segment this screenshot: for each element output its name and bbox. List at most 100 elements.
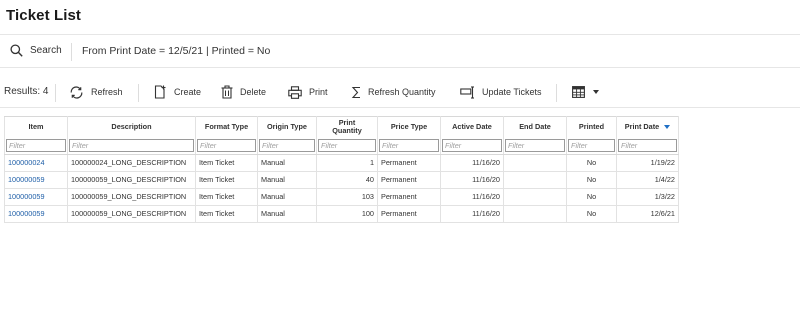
- cell-end-date: [503, 204, 567, 223]
- cell-printed: No: [566, 187, 617, 206]
- update-tickets-button[interactable]: Update Tickets: [460, 83, 542, 101]
- filter-printed-input[interactable]: [568, 138, 615, 152]
- cell-origin-type: Manual: [257, 204, 317, 223]
- delete-label: Delete: [240, 87, 267, 97]
- printer-icon: [288, 85, 302, 99]
- page-title: Ticket List: [6, 7, 82, 24]
- column-header-description[interactable]: Description: [67, 116, 196, 138]
- column-header-printed[interactable]: Printed: [566, 116, 617, 138]
- toolbar: Results: 4 Refresh Create Delete Print R…: [0, 78, 800, 108]
- refresh-label: Refresh: [91, 87, 123, 97]
- table-row[interactable]: 100000059 100000059_LONG_DESCRIPTION Ite…: [4, 204, 679, 223]
- cell-print-date: 1/4/22: [616, 170, 679, 189]
- cell-description: 100000059_LONG_DESCRIPTION: [67, 204, 196, 223]
- cell-printed: No: [566, 153, 617, 172]
- cell-price-type: Permanent: [377, 170, 441, 189]
- cell-origin-type: Manual: [257, 187, 317, 206]
- cell-print-date: 1/19/22: [616, 153, 679, 172]
- create-label: Create: [174, 87, 202, 97]
- filter-print-date-input[interactable]: [618, 138, 677, 152]
- refresh-icon: [70, 85, 83, 99]
- item-link[interactable]: 100000059: [8, 175, 45, 184]
- column-header-active-date[interactable]: Active Date: [440, 116, 504, 138]
- search-button[interactable]: Search: [10, 44, 62, 57]
- cell-print-quantity: 1: [316, 153, 378, 172]
- refresh-quantity-label: Refresh Quantity: [368, 87, 436, 97]
- delete-button[interactable]: Delete: [221, 83, 266, 101]
- filter-active-date-input[interactable]: [442, 138, 502, 152]
- cell-print-date: 1/3/22: [616, 187, 679, 206]
- print-button[interactable]: Print: [288, 83, 328, 101]
- cell-format-type: Item Ticket: [195, 187, 258, 206]
- cell-description: 100000059_LONG_DESCRIPTION: [67, 187, 196, 206]
- cell-print-date: 12/6/21: [616, 204, 679, 223]
- grid-options-button[interactable]: [572, 83, 599, 101]
- cell-active-date: 11/16/20: [440, 187, 504, 206]
- create-icon: [154, 85, 166, 99]
- filter-description-input[interactable]: [69, 138, 194, 152]
- column-header-print-date[interactable]: Print Date: [616, 116, 679, 138]
- cell-end-date: [503, 153, 567, 172]
- print-label: Print: [309, 87, 328, 97]
- cell-format-type: Item Ticket: [195, 153, 258, 172]
- filter-format-type-input[interactable]: [197, 138, 256, 152]
- divider: [138, 84, 139, 102]
- cell-printed: No: [566, 170, 617, 189]
- column-header-end-date[interactable]: End Date: [503, 116, 567, 138]
- cell-end-date: [503, 170, 567, 189]
- cell-print-quantity: 40: [316, 170, 378, 189]
- cell-active-date: 11/16/20: [440, 170, 504, 189]
- cell-print-quantity: 100: [316, 204, 378, 223]
- filter-print-quantity-input[interactable]: [318, 138, 376, 152]
- trash-icon: [221, 85, 233, 99]
- filter-summary[interactable]: From Print Date = 12/5/21 | Printed = No: [82, 45, 270, 57]
- cell-price-type: Permanent: [377, 153, 441, 172]
- cell-price-type: Permanent: [377, 187, 441, 206]
- table-row[interactable]: 100000059 100000059_LONG_DESCRIPTION Ite…: [4, 187, 679, 206]
- column-header-item[interactable]: Item: [4, 116, 68, 138]
- header-row: Item Description Format Type Origin Type…: [4, 116, 679, 138]
- divider: [556, 84, 557, 102]
- cell-format-type: Item Ticket: [195, 204, 258, 223]
- cell-print-quantity: 103: [316, 187, 378, 206]
- cell-origin-type: Manual: [257, 170, 317, 189]
- item-link[interactable]: 100000059: [8, 209, 45, 218]
- ticket-table: Item Description Format Type Origin Type…: [4, 116, 679, 223]
- cell-active-date: 11/16/20: [440, 153, 504, 172]
- cell-end-date: [503, 187, 567, 206]
- search-icon: [10, 44, 23, 57]
- table-grid-icon: [572, 86, 585, 98]
- cell-printed: No: [566, 204, 617, 223]
- table-row[interactable]: 100000059 100000059_LONG_DESCRIPTION Ite…: [4, 170, 679, 189]
- cell-description: 100000059_LONG_DESCRIPTION: [67, 170, 196, 189]
- filter-origin-type-input[interactable]: [259, 138, 315, 152]
- column-header-price-type[interactable]: Price Type: [377, 116, 441, 138]
- filter-end-date-input[interactable]: [505, 138, 565, 152]
- cell-price-type: Permanent: [377, 204, 441, 223]
- item-link[interactable]: 100000024: [8, 158, 45, 167]
- search-label: Search: [30, 45, 62, 56]
- chevron-down-icon: [593, 90, 599, 94]
- cell-active-date: 11/16/20: [440, 204, 504, 223]
- cell-description: 100000024_LONG_DESCRIPTION: [67, 153, 196, 172]
- refresh-button[interactable]: Refresh: [69, 83, 123, 101]
- divider: [71, 43, 72, 61]
- update-tickets-label: Update Tickets: [482, 87, 542, 97]
- divider: [55, 84, 56, 102]
- table-row[interactable]: 100000024 100000024_LONG_DESCRIPTION Ite…: [4, 153, 679, 172]
- column-header-print-quantity[interactable]: Print Quantity: [316, 116, 378, 138]
- filter-item-input[interactable]: [6, 138, 66, 152]
- filter-price-type-input[interactable]: [379, 138, 439, 152]
- cell-format-type: Item Ticket: [195, 170, 258, 189]
- create-button[interactable]: Create: [154, 83, 201, 101]
- results-count: Results: 4: [4, 86, 49, 97]
- sort-descending-icon: [664, 125, 671, 130]
- ticket-edit-icon: [460, 85, 474, 99]
- item-link[interactable]: 100000059: [8, 192, 45, 201]
- cell-origin-type: Manual: [257, 153, 317, 172]
- refresh-quantity-button[interactable]: Refresh Quantity: [351, 83, 436, 101]
- search-bar: Search From Print Date = 12/5/21 | Print…: [0, 34, 800, 68]
- column-header-origin-type[interactable]: Origin Type: [257, 116, 317, 138]
- column-header-format-type[interactable]: Format Type: [195, 116, 258, 138]
- filter-row: [4, 137, 679, 155]
